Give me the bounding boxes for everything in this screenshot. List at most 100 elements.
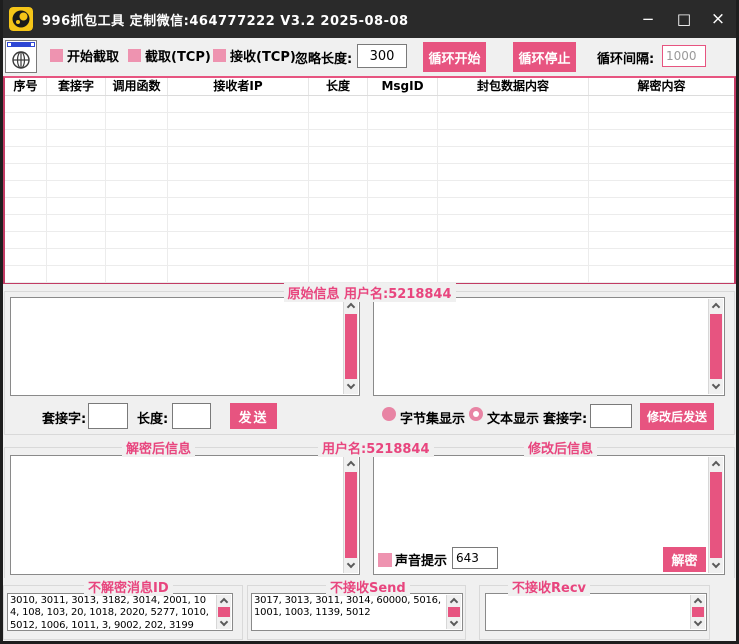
no-decrypt-msgid-textarea[interactable]: 3010, 3011, 3013, 3182, 3014, 2001, 104,… (7, 593, 233, 631)
table-cell (168, 181, 309, 197)
titlebar[interactable]: 996抓包工具 定制微信:464777222 V3.2 2025-08-08 −… (0, 0, 739, 38)
scrollbar-up-button[interactable] (344, 457, 358, 471)
receive-tcp-checkbox[interactable]: 接收(TCP) (213, 46, 296, 65)
mini-titlebar-decoration (7, 42, 35, 47)
table-row[interactable] (5, 130, 734, 147)
intercept-tcp-checkbox[interactable]: 截取(TCP) (128, 46, 211, 65)
scrollbar-down-button[interactable] (709, 380, 723, 394)
table-row[interactable] (5, 249, 734, 266)
loop-interval-input[interactable] (662, 45, 706, 67)
column-header-decrypted[interactable]: 解密内容 (589, 78, 734, 95)
scrollbar[interactable] (446, 595, 461, 629)
send-button[interactable]: 发送 (230, 403, 277, 429)
table-cell (589, 198, 734, 214)
table-row[interactable] (5, 198, 734, 215)
textarea-content (376, 299, 706, 394)
minimize-button[interactable]: − (632, 0, 664, 38)
chevron-up-icon (347, 461, 355, 469)
scrollbar[interactable] (708, 299, 723, 394)
scrollbar-up-button[interactable] (691, 595, 705, 607)
scrollbar-thumb[interactable] (345, 472, 357, 558)
table-cell (309, 249, 368, 265)
send-modified-button[interactable]: 修改后发送 (640, 403, 714, 430)
scrollbar-down-button[interactable] (217, 617, 231, 629)
globe-icon (11, 50, 31, 70)
scrollbar-up-button[interactable] (709, 299, 723, 313)
sound-alert-checkbox[interactable]: 声音提示 (378, 550, 450, 569)
scrollbar[interactable] (708, 457, 723, 573)
textarea-content (13, 299, 341, 394)
username-caption: 用户名:5218844 (318, 438, 434, 457)
table-row[interactable] (5, 215, 734, 232)
table-cell (168, 249, 309, 265)
table-body[interactable] (5, 96, 734, 283)
column-header-receiver-ip[interactable]: 接收者IP (168, 78, 309, 95)
scrollbar-up-button[interactable] (709, 457, 723, 471)
original-message-right-textarea[interactable] (373, 297, 725, 396)
column-header-socket[interactable]: 套接字 (47, 78, 106, 95)
scrollbar-thumb[interactable] (710, 472, 722, 558)
column-header-msgid[interactable]: MsgID (368, 78, 438, 95)
no-decrypt-msgid-caption: 不解密消息ID (84, 577, 173, 596)
column-header-length[interactable]: 长度 (309, 78, 368, 95)
loop-stop-button[interactable]: 循环停止 (513, 42, 576, 72)
text-display-radio[interactable] (469, 407, 483, 421)
form-window-button[interactable] (5, 40, 37, 73)
scrollbar-thumb[interactable] (218, 607, 230, 617)
length-input[interactable] (172, 403, 211, 429)
table-cell (168, 147, 309, 163)
ignore-length-input[interactable] (357, 44, 407, 68)
no-receive-send-textarea[interactable]: 3017, 3013, 3011, 3014, 60000, 5016, 100… (251, 593, 463, 631)
original-message-section: 原始信息 用户名:5218844 套接字: 长度: 发送 字节集显示 文本显示 (0, 284, 739, 436)
scrollbar-down-button[interactable] (709, 559, 723, 573)
modify-socket-input[interactable] (590, 404, 632, 428)
bytes-display-radio[interactable] (382, 407, 396, 421)
scrollbar[interactable] (343, 457, 358, 573)
scrollbar-up-button[interactable] (217, 595, 231, 607)
table-row[interactable] (5, 266, 734, 283)
column-header-index[interactable]: 序号 (5, 78, 47, 95)
chevron-up-icon (712, 461, 720, 469)
table-cell (438, 266, 589, 282)
table-cell (309, 215, 368, 231)
receive-tcp-label: 接收(TCP) (230, 46, 296, 65)
scrollbar-down-button[interactable] (447, 617, 461, 629)
scrollbar-down-button[interactable] (344, 380, 358, 394)
table-cell (5, 266, 47, 282)
table-cell (168, 96, 309, 112)
table-row[interactable] (5, 96, 734, 113)
start-capture-checkbox[interactable]: 开始截取 (50, 46, 119, 65)
maximize-button[interactable]: □ (668, 0, 700, 38)
textarea-content (488, 595, 688, 629)
table-row[interactable] (5, 147, 734, 164)
scrollbar-thumb[interactable] (692, 607, 704, 617)
loop-start-button[interactable]: 循环开始 (423, 42, 486, 72)
scrollbar[interactable] (216, 595, 231, 629)
socket-input[interactable] (88, 403, 128, 429)
table-row[interactable] (5, 181, 734, 198)
table-row[interactable] (5, 164, 734, 181)
scrollbar-thumb[interactable] (710, 314, 722, 379)
original-message-left-textarea[interactable] (10, 297, 360, 396)
scrollbar[interactable] (343, 299, 358, 394)
no-receive-recv-textarea[interactable] (485, 593, 707, 631)
table-row[interactable] (5, 232, 734, 249)
scrollbar-down-button[interactable] (691, 617, 705, 629)
column-header-packet-data[interactable]: 封包数据内容 (438, 78, 589, 95)
scrollbar[interactable] (690, 595, 705, 629)
close-button[interactable]: × (702, 0, 734, 38)
decrypt-button[interactable]: 解密 (663, 547, 706, 572)
scrollbar-thumb[interactable] (448, 607, 460, 617)
scrollbar-up-button[interactable] (447, 595, 461, 607)
decrypted-message-textarea[interactable] (10, 455, 360, 575)
column-header-function[interactable]: 调用函数 (106, 78, 168, 95)
scrollbar-thumb[interactable] (345, 314, 357, 379)
loop-interval-label: 循环间隔: (597, 48, 654, 67)
scrollbar-down-button[interactable] (344, 559, 358, 573)
sound-value-input[interactable] (452, 547, 498, 569)
table-cell (106, 181, 168, 197)
checkbox-icon (213, 49, 226, 62)
packet-table[interactable]: 序号 套接字 调用函数 接收者IP 长度 MsgID 封包数据内容 解密内容 (3, 76, 736, 284)
table-row[interactable] (5, 113, 734, 130)
table-cell (438, 249, 589, 265)
